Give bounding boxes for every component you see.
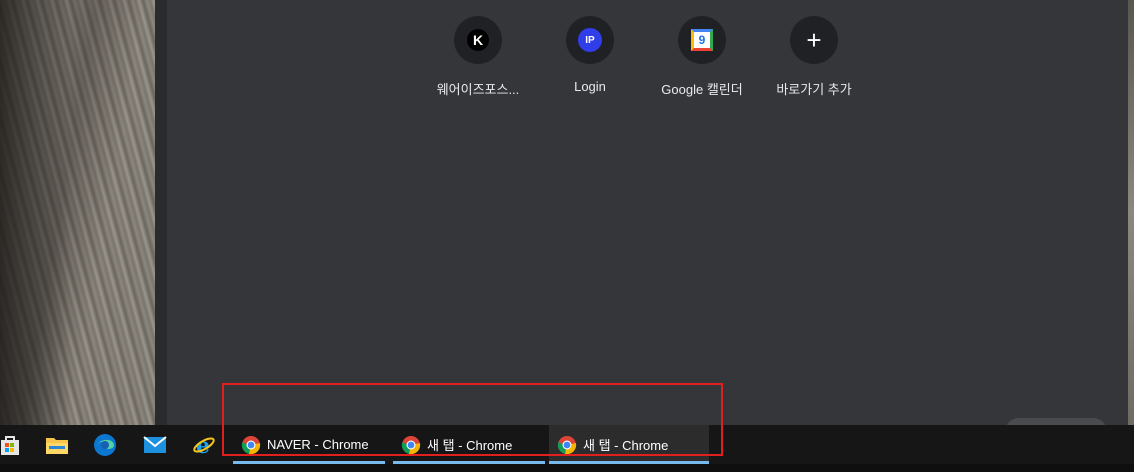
plus-icon: + <box>806 25 822 55</box>
shortcut-icon-container: 9 <box>678 16 726 64</box>
chrome-new-tab-page: K 웨어이즈포스... IP Login 9 Google 캘린더 + 바로가기… <box>167 0 1128 425</box>
ip-letter-icon: IP <box>578 28 602 52</box>
taskbar-window-label: NAVER - Chrome <box>267 437 369 452</box>
shortcut-label: 웨어이즈포스... <box>436 82 520 97</box>
chrome-icon <box>557 435 577 454</box>
taskbar-bottom-edge <box>0 464 1134 472</box>
taskbar-window-label: 새 탭 - Chrome <box>583 438 669 453</box>
file-explorer-icon[interactable] <box>33 425 81 464</box>
chrome-icon <box>401 435 421 454</box>
k-letter-icon: K <box>467 29 489 51</box>
internet-explorer-icon[interactable]: e <box>180 425 228 464</box>
shortcut-label: 바로가기 추가 <box>776 82 852 97</box>
taskbar-window-label: 새 탭 - Chrome <box>427 438 513 453</box>
shortcut-icon-container: + <box>790 16 838 64</box>
desktop-wallpaper-right <box>1128 0 1134 425</box>
add-shortcut-tile[interactable]: + 바로가기 추가 <box>758 16 870 106</box>
chrome-icon <box>241 435 261 454</box>
shortcut-label: Google 캘린더 <box>661 82 743 97</box>
shortcut-label: Login <box>574 79 606 94</box>
taskbar-window-new-tab-1[interactable]: 새 탭 - Chrome <box>393 425 545 464</box>
desktop-wallpaper <box>0 0 168 425</box>
shortcut-icon-container: K <box>454 16 502 64</box>
windows-taskbar: e NAVER - Chrome 새 탭 - Chrome 새 탭 - Chro… <box>0 425 1134 464</box>
shortcut-tile-2[interactable]: IP Login <box>534 16 646 106</box>
google-calendar-icon: 9 <box>691 29 713 51</box>
shortcut-icon-container: IP <box>566 16 614 64</box>
shortcut-tile-1[interactable]: K 웨어이즈포스... <box>422 16 534 106</box>
edge-icon[interactable] <box>81 425 129 464</box>
store-icon[interactable] <box>0 425 34 464</box>
browser-window-edge <box>155 0 167 425</box>
taskbar-window-new-tab-2[interactable]: 새 탭 - Chrome <box>549 425 709 464</box>
mail-icon[interactable] <box>131 425 179 464</box>
shortcut-tile-3[interactable]: 9 Google 캘린더 <box>646 16 758 106</box>
shortcut-tiles: K 웨어이즈포스... IP Login 9 Google 캘린더 + 바로가기… <box>167 16 1128 106</box>
taskbar-window-naver[interactable]: NAVER - Chrome <box>233 425 385 464</box>
